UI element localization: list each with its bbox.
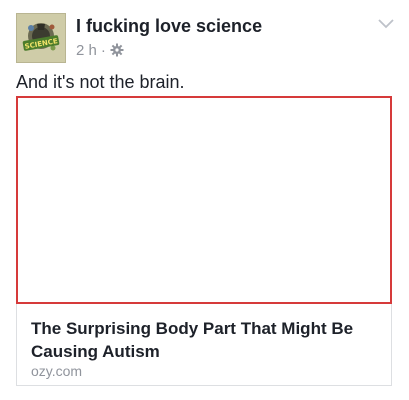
post-text: And it's not the brain. [16,72,185,92]
gear-icon[interactable] [110,43,124,57]
post-meta: 2 h · [76,40,124,60]
post-timestamp[interactable]: 2 h [76,42,97,59]
link-title[interactable]: The Surprising Body Part That Might Be C… [31,317,381,363]
page-name-link[interactable]: I fucking love science [76,16,262,37]
meta-separator: · [100,41,106,59]
link-preview-card[interactable]: The Surprising Body Part That Might Be C… [16,96,392,386]
link-domain: ozy.com [31,363,83,379]
link-preview-image[interactable] [16,96,392,304]
page-avatar[interactable]: SCIENCE [16,13,66,63]
post-header: SCIENCE I fucking love science 2 h · [16,13,396,63]
chevron-down-icon[interactable] [376,17,396,31]
iflscience-logo: SCIENCE [17,14,65,62]
